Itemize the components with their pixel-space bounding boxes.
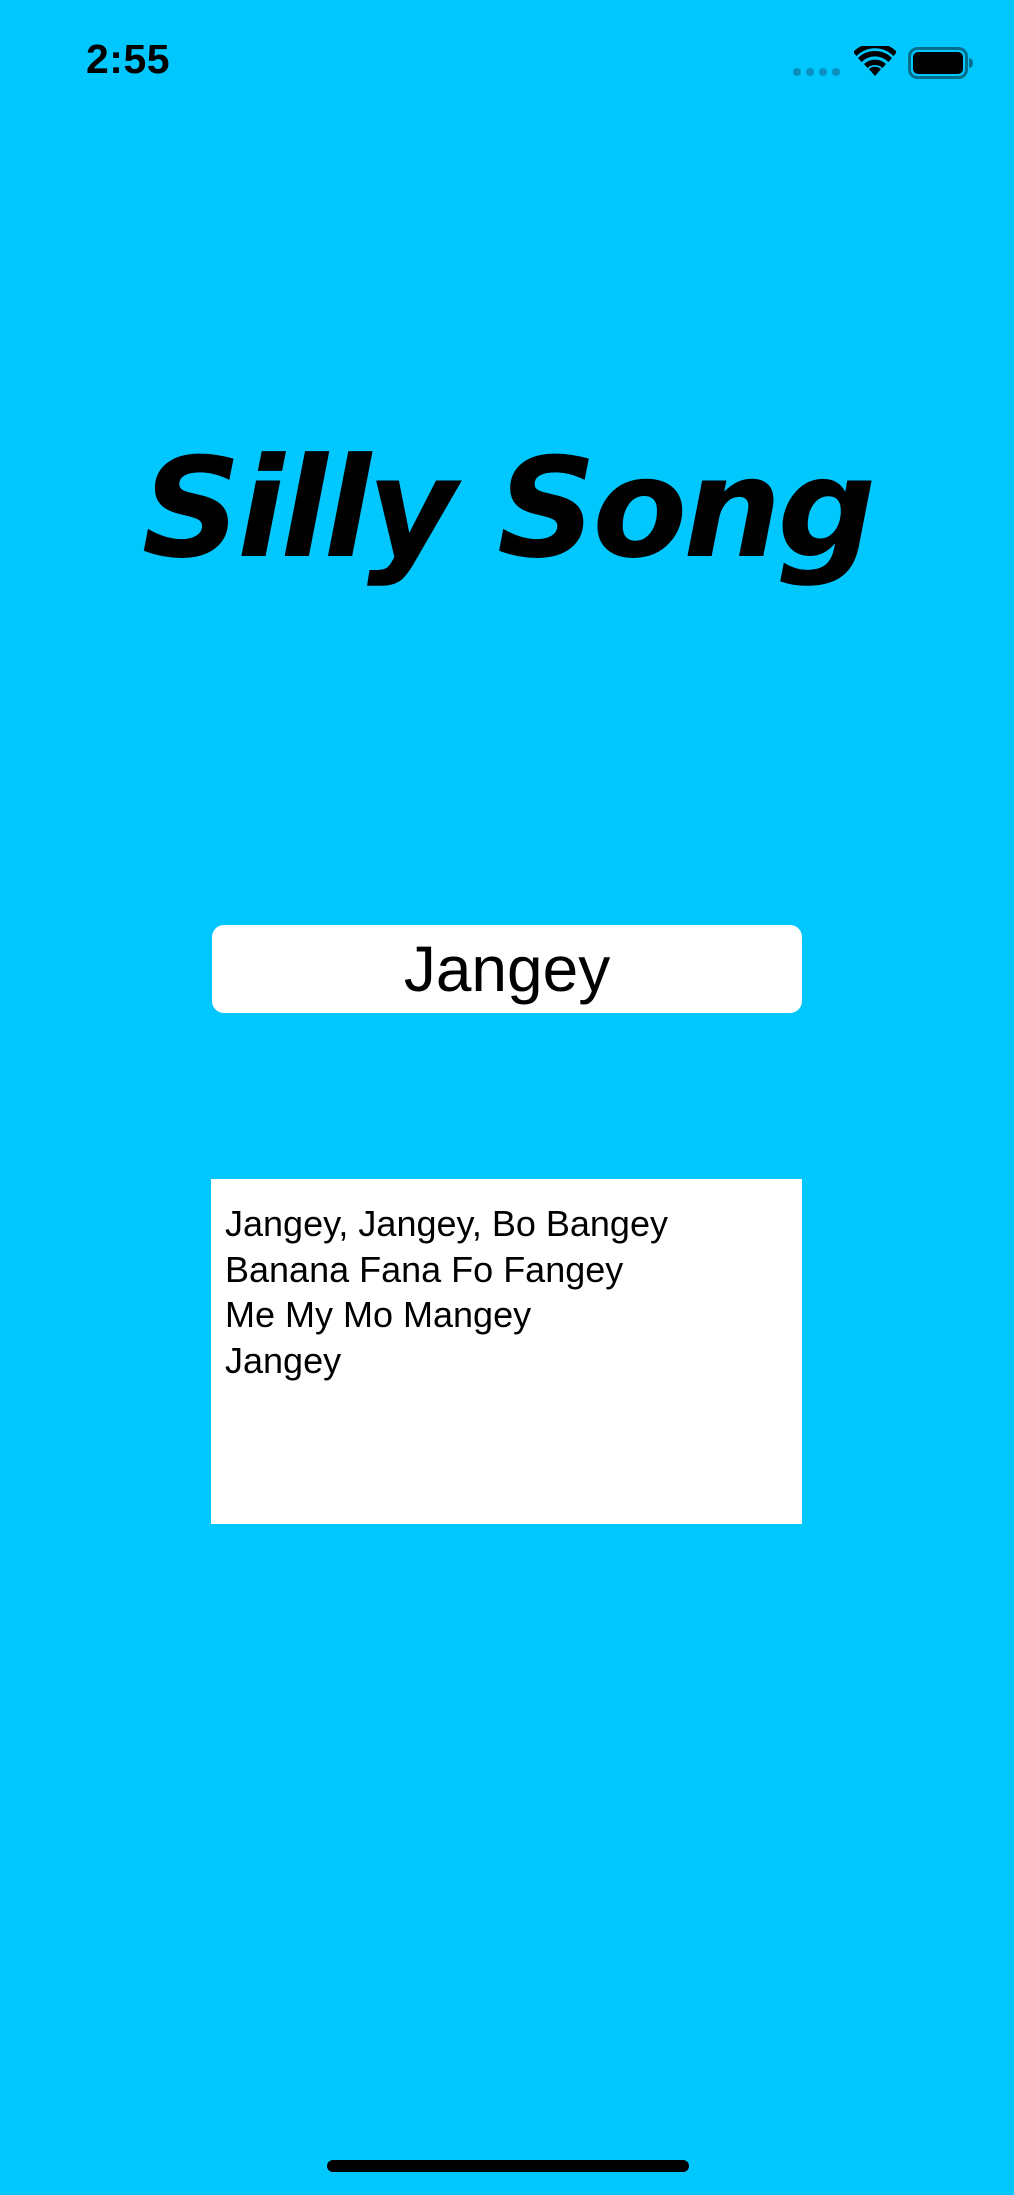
battery-icon xyxy=(908,47,974,79)
name-input[interactable] xyxy=(212,925,802,1013)
signal-dots-icon xyxy=(792,67,840,77)
wifi-icon xyxy=(854,46,896,78)
lyrics-line: Jangey, Jangey, Bo Bangey xyxy=(225,1203,668,1244)
lyrics-text-view[interactable]: Jangey, Jangey, Bo Bangey Banana Fana Fo… xyxy=(211,1179,802,1524)
lyrics-line: Me My Mo Mangey xyxy=(225,1294,532,1335)
app-title: Silly Song xyxy=(141,428,877,589)
lyrics-line: Banana Fana Fo Fangey xyxy=(225,1248,624,1290)
lyrics-line: Jangey xyxy=(225,1339,342,1381)
status-time: 2:55 xyxy=(86,36,171,82)
status-bar: 2:55 xyxy=(0,0,1014,126)
home-indicator[interactable] xyxy=(327,2160,689,2172)
